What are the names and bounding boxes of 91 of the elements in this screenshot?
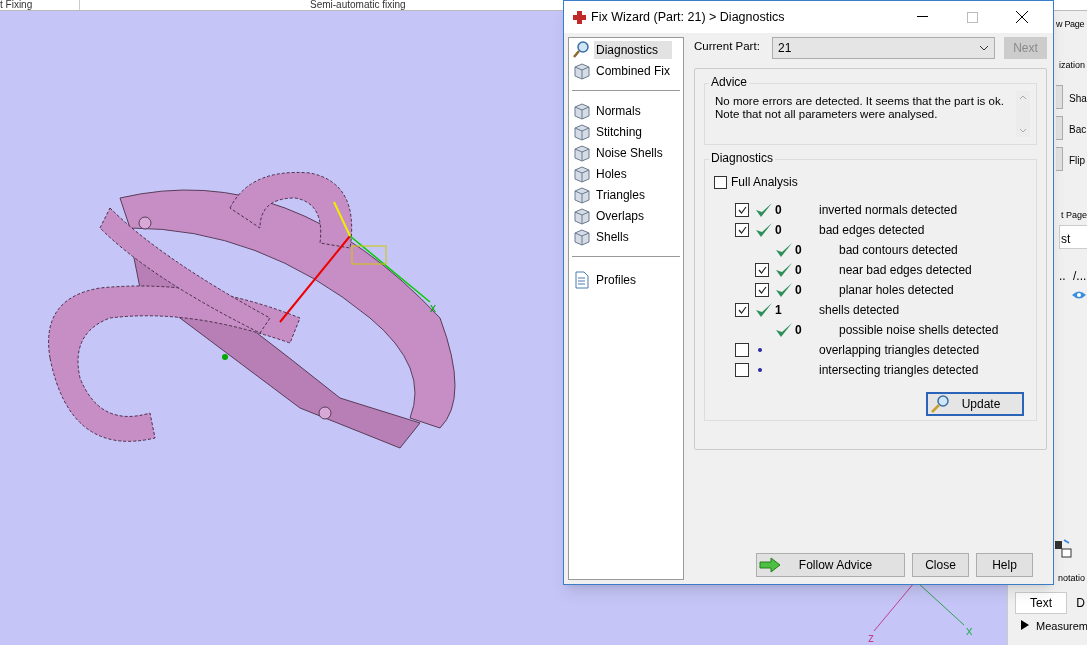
check-icon xyxy=(737,226,747,234)
diagnostic-label: planar holes detected xyxy=(839,282,954,299)
option-label: Bac xyxy=(1069,123,1087,137)
dialog-button[interactable]: Close xyxy=(912,553,969,577)
count-value: 0 xyxy=(795,282,803,299)
tree-item[interactable]: Measurem xyxy=(1036,618,1087,635)
expand-arrow-icon xyxy=(1021,620,1029,630)
checkbox[interactable] xyxy=(735,203,749,217)
nav-item[interactable]: Noise Shells xyxy=(594,143,665,162)
group-legend: Advice xyxy=(709,75,750,89)
count-value: 0 xyxy=(795,322,803,339)
panel-title: w Page xyxy=(1056,18,1085,31)
section-label: notatio xyxy=(1058,572,1086,585)
part-dropdown[interactable]: 21 xyxy=(772,37,995,59)
tab[interactable]: Text xyxy=(1015,592,1067,614)
option-label: Flip xyxy=(1069,154,1086,168)
checkbox[interactable] xyxy=(735,303,749,317)
checkbox[interactable] xyxy=(714,175,727,189)
column-label: /... xyxy=(1073,268,1087,285)
axis-label: x xyxy=(966,624,973,638)
axis-label: z xyxy=(868,631,874,645)
nav-item[interactable]: Overlaps xyxy=(594,206,647,225)
diagnostic-label: inverted normals detected xyxy=(819,202,958,219)
close-icon xyxy=(1016,11,1028,23)
arrow-right-icon xyxy=(759,557,781,573)
magnifier-icon xyxy=(930,394,950,414)
cube-icon xyxy=(573,164,591,183)
checkbox[interactable] xyxy=(755,263,769,277)
count-value: 0 xyxy=(795,262,803,279)
update-button[interactable]: Update xyxy=(926,392,1024,416)
nav-item[interactable]: Holes xyxy=(594,164,629,183)
layers-icon xyxy=(1054,538,1072,558)
checkbox[interactable] xyxy=(735,363,749,377)
cube-icon xyxy=(573,122,591,141)
cube-icon xyxy=(573,227,591,246)
follow-advice-button[interactable]: Follow Advice xyxy=(756,553,905,577)
checkbox[interactable] xyxy=(735,343,749,357)
diagnostic-label: intersecting triangles detected xyxy=(819,362,979,379)
cube-icon xyxy=(573,61,591,80)
section-label: t Page xyxy=(1061,209,1087,222)
scroll-up-icon xyxy=(1019,95,1027,100)
diagnostic-label: bad edges detected xyxy=(819,222,925,239)
tab[interactable]: Semi-automatic fixing xyxy=(310,0,406,10)
nav-item[interactable]: Stitching xyxy=(594,122,645,141)
count-value: 0 xyxy=(795,242,803,259)
check-icon xyxy=(757,266,767,274)
diagnostic-label: shells detected xyxy=(819,302,900,319)
check-icon xyxy=(757,286,767,294)
axis-label: x xyxy=(430,300,436,317)
maximize-icon xyxy=(966,11,978,23)
check-icon xyxy=(737,306,747,314)
chevron-down-icon xyxy=(979,45,989,51)
diagnostic-label: near bad edges detected xyxy=(839,262,972,279)
advice-text: No more errors are detected. It seems that the part is ok. Note that not all parameters were analysed. xyxy=(715,95,1005,122)
checkbox-label: Full Analysis xyxy=(731,174,798,191)
count-value: 0 xyxy=(775,222,783,239)
group-legend: Diagnostics xyxy=(709,151,776,165)
scroll-down-icon xyxy=(1019,128,1027,133)
cube-icon xyxy=(573,185,591,204)
nav-item[interactable]: Profiles xyxy=(594,270,638,289)
field-label: Current Part: xyxy=(694,39,761,54)
diagnostic-label: bad contours detected xyxy=(839,242,958,259)
checkbox[interactable] xyxy=(735,223,749,237)
check-icon xyxy=(737,206,747,214)
cube-icon xyxy=(573,101,591,120)
nav-item[interactable]: Triangles xyxy=(594,185,647,204)
dialog-button[interactable]: Help xyxy=(976,553,1033,577)
cube-icon xyxy=(573,143,591,162)
count-value: 1 xyxy=(775,302,783,319)
count-value: 0 xyxy=(775,202,783,219)
plus-icon xyxy=(572,9,587,25)
diagnostic-label: overlapping triangles detected xyxy=(819,342,980,359)
tab[interactable]: st xyxy=(1059,225,1087,249)
checkbox[interactable] xyxy=(755,283,769,297)
diagnostic-label: possible noise shells detected xyxy=(839,322,999,339)
nav-item[interactable]: Shells xyxy=(594,227,631,246)
document-icon xyxy=(573,270,591,289)
scrollbar[interactable] xyxy=(1016,91,1030,137)
window-title: Fix Wizard (Part: 21) > Diagnostics xyxy=(591,8,785,26)
tab[interactable]: D xyxy=(1073,592,1087,614)
nav-item[interactable]: Diagnostics xyxy=(594,40,673,59)
nav-item[interactable]: Normals xyxy=(594,101,643,120)
cube-icon xyxy=(573,206,591,225)
magnifier-icon xyxy=(573,40,591,59)
section-label: ization xyxy=(1059,59,1085,72)
eye-icon xyxy=(1071,290,1087,300)
option-label: Sha xyxy=(1069,92,1087,106)
nav-item[interactable]: Combined Fix xyxy=(594,61,673,80)
tab[interactable]: t Fixing xyxy=(0,0,33,10)
column-label: .. xyxy=(1059,268,1066,285)
minimize-icon xyxy=(916,16,928,18)
